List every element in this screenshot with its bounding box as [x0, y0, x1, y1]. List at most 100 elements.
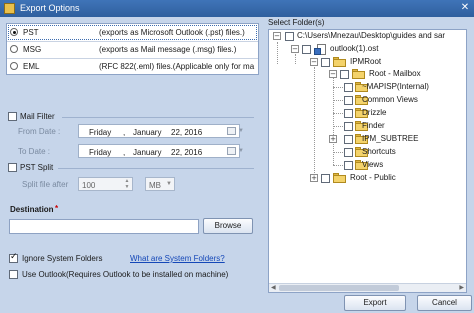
radio-eml[interactable] [10, 62, 18, 70]
tree-checkbox[interactable] [344, 148, 353, 157]
from-date-picker[interactable]: Friday , January 22, 2016 ▼ [78, 124, 244, 138]
tree-checkbox[interactable] [302, 45, 311, 54]
tree-checkbox[interactable] [344, 109, 353, 118]
format-name: EML [23, 62, 40, 71]
tree-label: Views [362, 160, 384, 169]
tree-checkbox[interactable] [340, 70, 349, 79]
window-title: Export Options [20, 3, 80, 13]
tree-node-root-path[interactable]: − C:\Users\Mnezau\Desktop\guides and sar [269, 30, 466, 42]
tree-connector [333, 152, 343, 153]
tree-node-mapisp[interactable]: ~MAPISP(Internal) [269, 81, 466, 93]
tree-node-finder[interactable]: Finder [269, 120, 466, 132]
tree-label: Shortcuts [362, 147, 396, 156]
split-size-stepper[interactable]: 100 ▲ ▼ [78, 177, 133, 191]
tree-checkbox[interactable] [344, 161, 353, 170]
expand-toggle[interactable]: + [310, 174, 318, 182]
to-date-picker[interactable]: Friday , January 22, 2016 ▼ [78, 144, 244, 158]
format-list: PST (exports as Microsoft Outlook (.pst)… [6, 23, 259, 75]
format-description: (exports as Microsoft Outlook (.pst) fil… [99, 28, 245, 37]
horizontal-scrollbar[interactable]: ◀ ▶ [269, 283, 466, 292]
tree-connector [333, 113, 343, 114]
use-outlook-label: Use Outlook(Requires Outlook to be insta… [22, 270, 229, 279]
expand-toggle[interactable]: + [329, 135, 337, 143]
tree-checkbox[interactable] [344, 83, 353, 92]
required-mark: * [55, 204, 59, 213]
tree-connector [333, 87, 343, 88]
ignore-system-folders-checkbox[interactable] [9, 252, 18, 263]
to-sep: , [123, 148, 126, 157]
export-button[interactable]: Export [344, 295, 406, 311]
mail-filter-checkbox[interactable] [8, 112, 17, 121]
split-size-value: 100 [82, 181, 96, 190]
tree-label: Root - Public [350, 173, 396, 182]
scroll-right-icon[interactable]: ▶ [459, 284, 464, 291]
browse-button[interactable]: Browse [203, 218, 253, 234]
stepper-arrows-icon[interactable]: ▲ ▼ [123, 178, 131, 190]
destination-label: Destination [10, 205, 54, 214]
format-name: PST [23, 28, 39, 37]
calendar-icon[interactable]: ▼ [227, 147, 244, 155]
scrollbar-thumb[interactable] [279, 285, 399, 291]
radio-msg[interactable] [10, 45, 18, 53]
split-unit-value: MB [149, 181, 161, 190]
folder-tree: − C:\Users\Mnezau\Desktop\guides and sar… [268, 29, 467, 293]
pst-file-icon [314, 44, 327, 55]
split-unit-select[interactable]: MB ▼ [145, 177, 175, 191]
tree-checkbox[interactable] [344, 96, 353, 105]
collapse-toggle[interactable]: − [329, 70, 337, 78]
radio-pst[interactable] [10, 28, 18, 36]
ignore-system-folders-label: Ignore System Folders [22, 254, 103, 263]
tree-checkbox[interactable] [344, 135, 353, 144]
tree-label: outlook(1).ost [330, 44, 379, 53]
tree-node-shortcuts[interactable]: Shortcuts [269, 146, 466, 158]
collapse-toggle[interactable]: − [273, 32, 281, 40]
pst-split-checkbox[interactable] [8, 163, 17, 172]
format-description: (exports as Mail message (.msg) files.) [99, 45, 237, 54]
tree-checkbox[interactable] [321, 58, 330, 67]
format-option-msg[interactable]: MSG (exports as Mail message (.msg) file… [7, 41, 258, 58]
format-name: MSG [23, 45, 42, 54]
tree-node-ipmroot[interactable]: − IPMRoot [269, 56, 466, 68]
tree-label: Finder [362, 121, 385, 130]
scroll-left-icon[interactable]: ◀ [271, 284, 276, 291]
to-date-label: To Date : [18, 147, 51, 156]
from-day: Friday [89, 128, 112, 137]
tree-node-ipm-subtree[interactable]: + IPM_SUBTREE [269, 133, 466, 145]
format-description: (RFC 822(.eml) files.(Applicable only fo… [99, 62, 255, 71]
close-button[interactable]: ✕ [458, 1, 472, 15]
from-month: January [133, 128, 162, 137]
tree-label: IPM_SUBTREE [362, 134, 419, 143]
format-option-pst[interactable]: PST (exports as Microsoft Outlook (.pst)… [7, 24, 258, 41]
from-date-label: From Date : [18, 127, 61, 136]
collapse-toggle[interactable]: − [310, 58, 318, 66]
format-option-eml[interactable]: EML (RFC 822(.eml) files.(Applicable onl… [7, 58, 258, 75]
tree-label: IPMRoot [350, 57, 382, 66]
destination-input[interactable] [9, 219, 199, 234]
app-icon [4, 3, 15, 14]
tree-connector [333, 126, 343, 127]
tree-checkbox[interactable] [285, 32, 294, 41]
use-outlook-checkbox[interactable] [9, 270, 18, 279]
folder-icon [333, 173, 346, 183]
tree-node-drizzle[interactable]: Drizzle [269, 107, 466, 119]
chevron-down-icon: ▼ [166, 181, 172, 187]
tree-node-common-views[interactable]: Common Views [269, 94, 466, 106]
pst-split-label: PST Split [20, 163, 54, 172]
tree-node-root-public[interactable]: + Root - Public [269, 172, 466, 184]
divider [58, 168, 254, 169]
tree-label: C:\Users\Mnezau\Desktop\guides and sar [297, 31, 446, 40]
tree-node-ost[interactable]: − outlook(1).ost [269, 43, 466, 55]
chevron-down-icon: ▼ [238, 148, 244, 154]
from-sep: , [123, 128, 126, 137]
collapse-toggle[interactable]: − [291, 45, 299, 53]
cancel-button[interactable]: Cancel [417, 295, 472, 311]
folder-icon [352, 69, 365, 79]
what-are-system-folders-link[interactable]: What are System Folders? [130, 254, 225, 263]
tree-checkbox[interactable] [321, 174, 330, 183]
tree-node-root-mailbox[interactable]: − Root - Mailbox [269, 68, 466, 80]
mail-filter-label: Mail Filter [20, 112, 55, 121]
tree-node-views[interactable]: Views [269, 159, 466, 171]
title-bar: Export Options ✕ [0, 0, 474, 17]
tree-checkbox[interactable] [344, 122, 353, 131]
calendar-icon[interactable]: ▼ [227, 127, 244, 135]
